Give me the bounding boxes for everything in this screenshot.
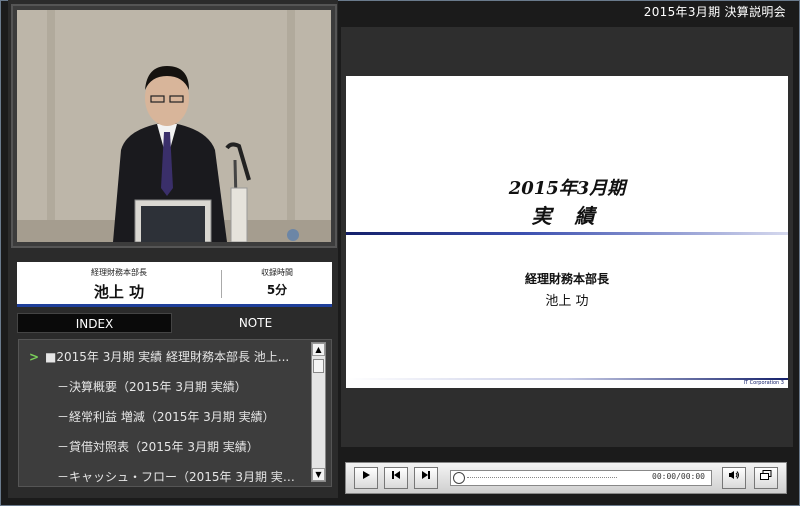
seek-handle[interactable] bbox=[453, 472, 465, 484]
slide-footer: IT Corporation 3 bbox=[743, 380, 784, 386]
speaker-icon[interactable] bbox=[722, 467, 746, 489]
speaker-video-image bbox=[17, 10, 331, 242]
slide-title-line1: 2015年3月期 bbox=[508, 178, 626, 199]
slide-presenter-role: 経理財務本部長 bbox=[524, 272, 609, 286]
video-frame bbox=[11, 4, 337, 248]
index-item-label: ■2015年 3月期 実績 経理財務本部長 池上... bbox=[45, 350, 290, 364]
index-item-label: －決算概要（2015年 3月期 実績） bbox=[57, 380, 247, 394]
seek-bar[interactable]: 00:00/00:00 bbox=[450, 470, 712, 486]
index-item-1[interactable]: > ■2015年 3月期 実績 経理財務本部長 池上... bbox=[19, 342, 309, 372]
scroll-down-icon[interactable]: ▼ bbox=[312, 468, 325, 481]
speaker-name: 池上 功 bbox=[93, 283, 145, 301]
scroll-thumb[interactable] bbox=[313, 359, 324, 373]
presentation-slide: 2015年3月期 実 績 経理財務本部長 池上 功 IT Corporation… bbox=[346, 76, 788, 388]
index-item-4[interactable]: －貸借対照表（2015年 3月期 実績） bbox=[19, 432, 309, 462]
time-readout: 00:00/00:00 bbox=[652, 472, 705, 481]
tab-index[interactable]: INDEX bbox=[17, 313, 172, 333]
index-scrollbar[interactable]: ▲ ▼ bbox=[311, 342, 326, 482]
index-item-2[interactable]: －決算概要（2015年 3月期 実績） bbox=[19, 372, 309, 402]
event-title: 2015年3月期 決算説明会 bbox=[643, 5, 786, 19]
skip-forward-icon[interactable] bbox=[414, 467, 438, 489]
index-item-5[interactable]: －キャッシュ・フロー（2015年 3月期 実績） bbox=[19, 462, 309, 486]
speaker-card: 経理財務本部長 池上 功 収録時間 5分 bbox=[17, 262, 332, 307]
play-icon[interactable] bbox=[354, 467, 378, 489]
index-list: > ■2015年 3月期 実績 経理財務本部長 池上... －決算概要（2015… bbox=[18, 339, 332, 487]
player-controls: 00:00/00:00 bbox=[345, 462, 787, 494]
video-player[interactable] bbox=[17, 10, 331, 242]
scroll-up-icon[interactable]: ▲ bbox=[312, 343, 325, 356]
duration-label: 収録時間 bbox=[261, 268, 293, 277]
index-item-3[interactable]: －経常利益 増減（2015年 3月期 実績） bbox=[19, 402, 309, 432]
tab-note[interactable]: NOTE bbox=[178, 313, 333, 333]
index-item-label: －キャッシュ・フロー（2015年 3月期 実績） bbox=[57, 470, 305, 484]
slide-footer-line bbox=[346, 378, 788, 380]
index-item-label: －貸借対照表（2015年 3月期 実績） bbox=[57, 440, 259, 454]
slide-presenter-name: 池上 功 bbox=[545, 294, 589, 309]
skip-back-icon[interactable] bbox=[384, 467, 408, 489]
chevron-right-icon: > bbox=[29, 350, 40, 364]
slide-title-line2: 実 績 bbox=[531, 204, 603, 228]
seek-track bbox=[467, 477, 617, 480]
index-item-label: －経常利益 増減（2015年 3月期 実績） bbox=[57, 410, 275, 424]
duration-value: 5分 bbox=[266, 283, 288, 297]
window-icon[interactable] bbox=[754, 467, 778, 489]
speaker-role: 経理財務本部長 bbox=[91, 268, 147, 277]
slide-divider bbox=[346, 232, 788, 235]
